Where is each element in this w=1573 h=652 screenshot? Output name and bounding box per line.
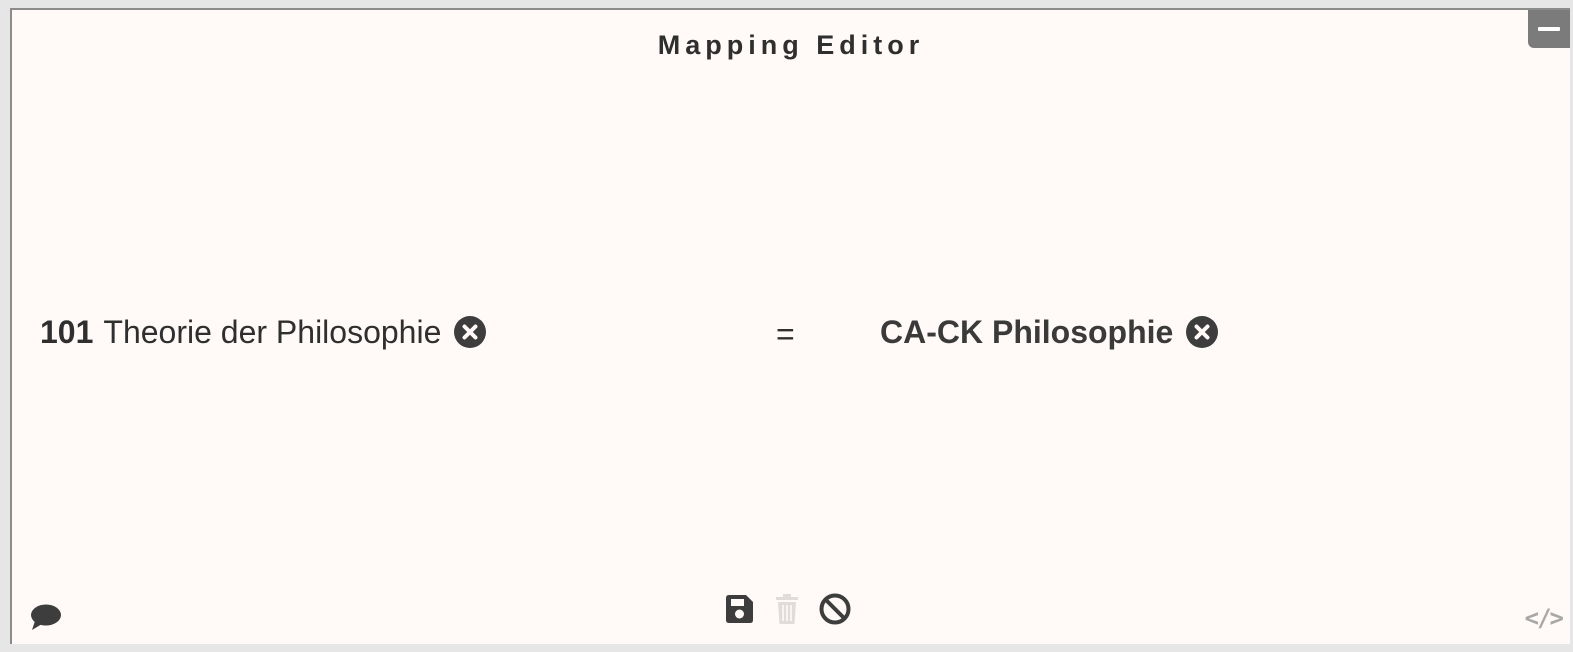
target-concept-label: CA-CK Philosophie: [880, 313, 1174, 350]
ban-icon[interactable]: [818, 592, 852, 626]
times-circle-icon[interactable]: [453, 315, 487, 349]
target-concept: CA-CK Philosophie: [880, 310, 1219, 354]
minimize-button[interactable]: [1528, 10, 1570, 48]
minus-icon: [1538, 27, 1560, 31]
source-concept-label: Theorie der Philosophie: [103, 313, 442, 350]
editor-title: Mapping Editor: [657, 30, 925, 60]
editor-toolbar: [722, 592, 852, 626]
times-circle-icon[interactable]: [1185, 315, 1219, 349]
comment-icon[interactable]: [29, 602, 63, 632]
source-concept: 101 Theorie der Philosophie: [40, 310, 487, 354]
code-icon[interactable]: </>: [1525, 604, 1564, 632]
mapping-relation-selector[interactable]: =: [776, 316, 795, 353]
trash-icon: [776, 594, 798, 624]
mapping-editor-panel: Mapping Editor 101 Theorie der Philosoph…: [10, 8, 1570, 644]
save-icon[interactable]: [722, 592, 756, 626]
source-concept-notation: 101: [40, 313, 94, 350]
